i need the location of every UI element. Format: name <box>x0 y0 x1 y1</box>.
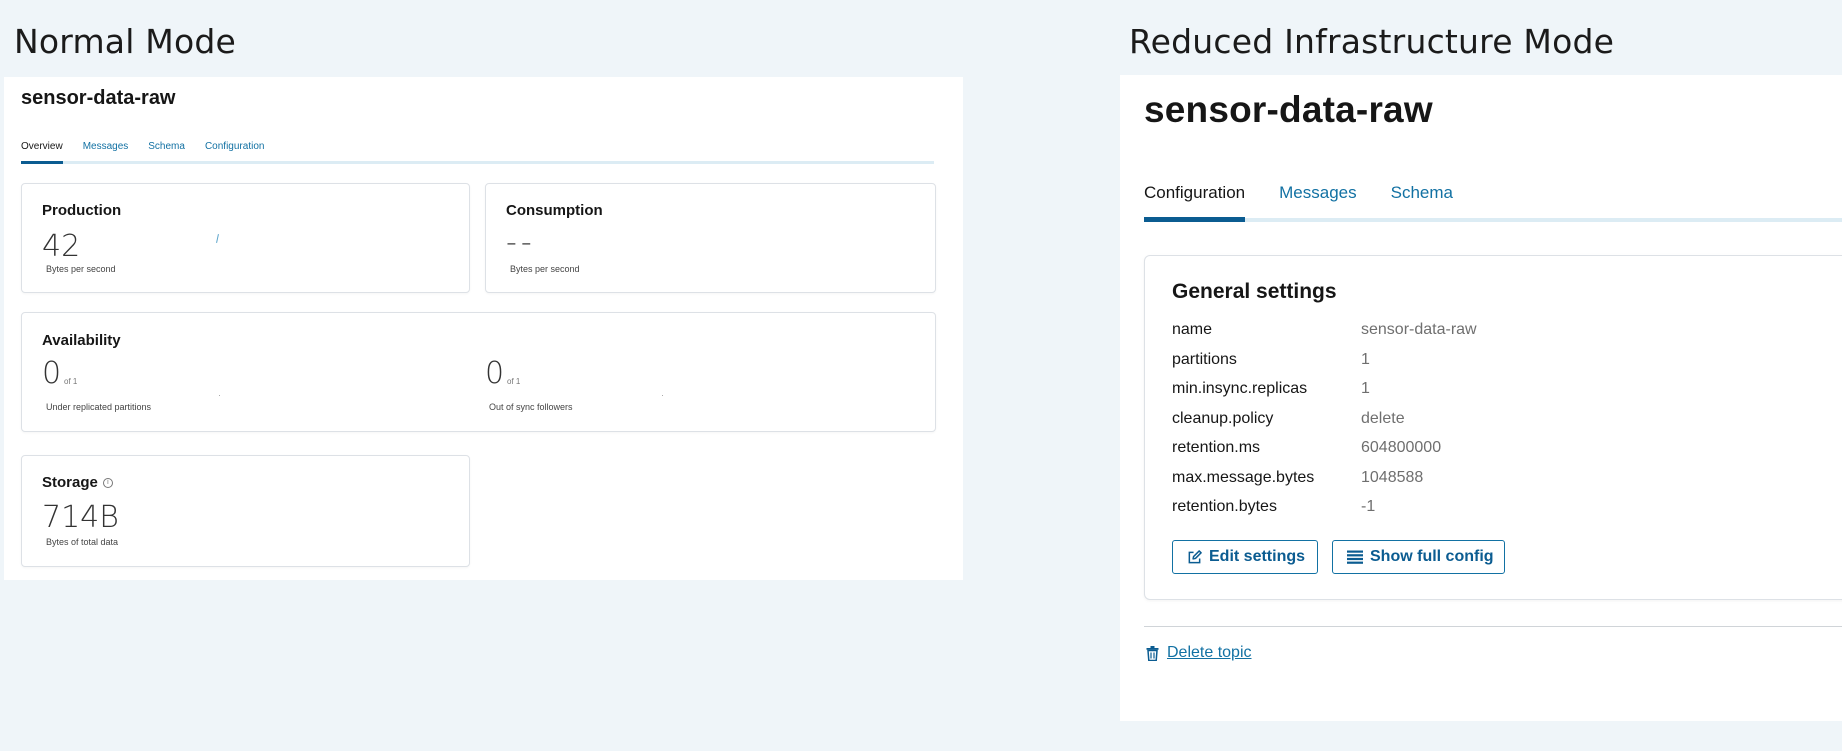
settings-row: retention.bytes -1 <box>1172 498 1672 522</box>
settings-row: cleanup.policy delete <box>1172 410 1672 434</box>
tab-messages[interactable]: Messages <box>83 141 129 161</box>
edit-settings-label: Edit settings <box>1209 548 1306 565</box>
setting-key: max.message.bytes <box>1172 468 1315 486</box>
settings-row: max.message.bytes 1048588 <box>1172 469 1672 493</box>
info-icon[interactable]: i <box>102 478 113 489</box>
setting-value: 1 <box>1361 350 1370 368</box>
normal-mode-panel: sensor-data-raw Overview Messages Schema… <box>4 77 963 580</box>
setting-key: cleanup.policy <box>1172 409 1274 427</box>
availability-title: Availability <box>42 332 121 349</box>
out-of-sync-label: Out of sync followers <box>489 402 573 412</box>
setting-key: partitions <box>1172 350 1237 368</box>
consumption-card: Consumption -- Bytes per second <box>485 183 936 293</box>
topic-title: sensor-data-raw <box>21 87 176 109</box>
consumption-value: -- <box>506 225 536 260</box>
delete-topic-link[interactable]: Delete topic <box>1146 644 1252 662</box>
reduced-mode-title: Reduced Infrastructure Mode <box>1129 22 1615 61</box>
tab-configuration[interactable]: Configuration <box>205 141 264 161</box>
settings-row: min.insync.replicas 1 <box>1172 380 1672 404</box>
setting-value: -1 <box>1361 498 1376 515</box>
under-replicated-value: 0 <box>42 356 62 391</box>
storage-title: Storage i <box>42 474 113 491</box>
production-title: Production <box>42 202 122 219</box>
setting-key: retention.ms <box>1172 439 1261 456</box>
production-card: Production 42 Bytes per second <box>21 183 470 293</box>
consumption-unit: Bytes per second <box>510 264 580 274</box>
setting-value: 1048588 <box>1361 468 1424 486</box>
availability-card: Availability 0 of 1 Under replicated par… <box>21 312 936 432</box>
storage-unit: Bytes of total data <box>46 537 119 547</box>
topic-title: sensor-data-raw <box>1144 89 1433 130</box>
tab-overview[interactable]: Overview <box>21 141 63 164</box>
delete-topic-label: Delete topic <box>1167 644 1252 661</box>
tab-messages[interactable]: Messages <box>1279 183 1356 218</box>
production-value: 42 <box>42 229 81 264</box>
show-full-config-button[interactable]: Show full config <box>1332 540 1505 574</box>
show-full-config-label: Show full config <box>1370 548 1494 565</box>
normal-mode-title: Normal Mode <box>14 22 237 61</box>
general-settings-title: General settings <box>1172 280 1337 303</box>
reduced-mode-panel: sensor-data-raw Configuration Messages S… <box>1120 75 1842 721</box>
general-settings-card: General settings name sensor-data-raw pa… <box>1144 255 1842 600</box>
storage-title-text: Storage <box>42 474 98 491</box>
setting-value: 1 <box>1361 380 1370 397</box>
setting-value: delete <box>1361 409 1405 427</box>
tab-configuration[interactable]: Configuration <box>1144 183 1246 222</box>
setting-key: retention.bytes <box>1172 498 1277 515</box>
edit-settings-button[interactable]: Edit settings <box>1172 540 1318 574</box>
out-of-sync-of: of 1 <box>507 377 521 386</box>
sparkline <box>662 395 663 396</box>
topic-tabs: Overview Messages Schema Configuration <box>21 141 934 164</box>
storage-card: Storage i 714B Bytes of total data <box>21 455 470 567</box>
tab-schema[interactable]: Schema <box>1391 183 1453 218</box>
divider <box>1144 626 1842 627</box>
settings-row: partitions 1 <box>1172 351 1672 375</box>
storage-value: 714B <box>42 500 119 535</box>
sparkline <box>216 233 219 244</box>
setting-value: sensor-data-raw <box>1361 321 1477 338</box>
tab-schema[interactable]: Schema <box>148 141 185 161</box>
sparkline <box>219 395 220 396</box>
consumption-title: Consumption <box>506 202 603 219</box>
setting-key: min.insync.replicas <box>1172 380 1308 397</box>
list-icon <box>1347 550 1363 564</box>
trash-icon <box>1146 645 1159 661</box>
settings-row: name sensor-data-raw <box>1172 321 1672 345</box>
setting-key: name <box>1172 321 1213 338</box>
topic-tabs: Configuration Messages Schema <box>1144 183 1842 222</box>
under-replicated-of: of 1 <box>64 377 78 386</box>
setting-value: 604800000 <box>1361 439 1442 456</box>
edit-icon <box>1188 549 1202 563</box>
under-replicated-label: Under replicated partitions <box>46 402 152 412</box>
settings-row: retention.ms 604800000 <box>1172 439 1672 463</box>
out-of-sync-value: 0 <box>485 356 505 391</box>
production-unit: Bytes per second <box>46 264 116 274</box>
